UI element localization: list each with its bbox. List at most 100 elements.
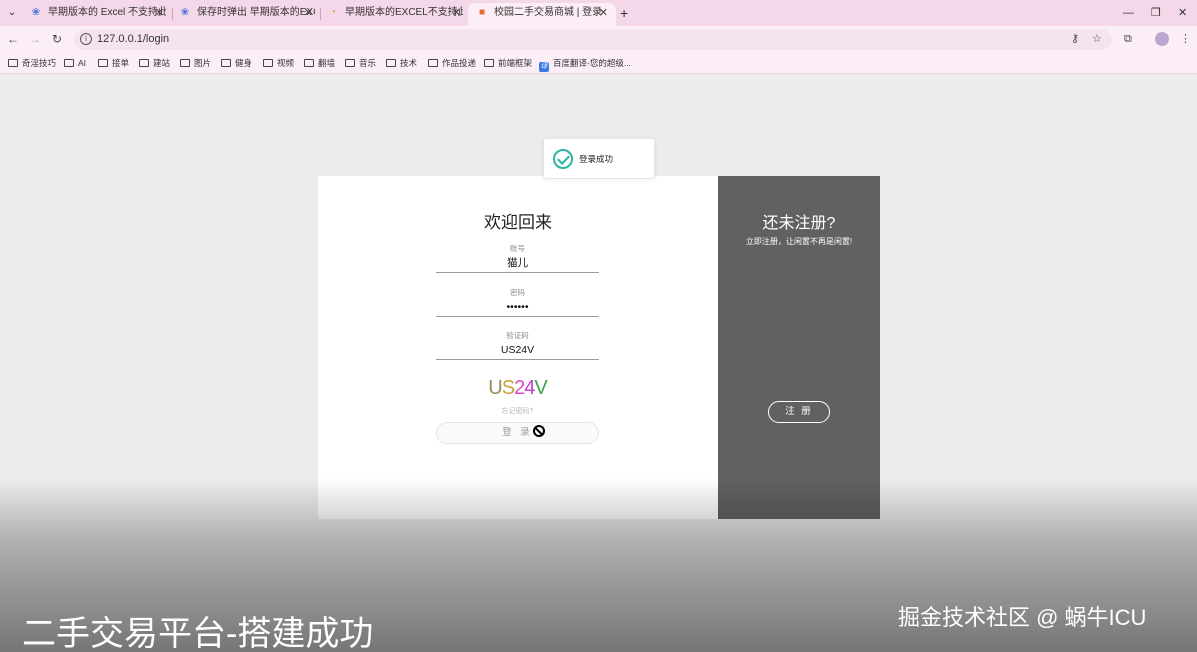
restore-icon[interactable]: ❐ (1151, 3, 1161, 23)
bookmark-folder[interactable]: 前端框架 (484, 56, 532, 70)
bookmark-folder[interactable]: 建站 (139, 56, 170, 70)
account-label: 账号 (510, 244, 525, 253)
tab-favicon-icon: ■ (478, 7, 486, 18)
tab-favicon-icon: ◔ (329, 7, 337, 18)
captcha-char: U (488, 377, 502, 399)
bookmark-label: 百度翻译-您的超级... (553, 58, 631, 68)
password-input[interactable]: •••••• (436, 299, 599, 315)
close-window-icon[interactable]: ✕ (1178, 3, 1187, 23)
folder-icon (98, 59, 108, 67)
bookmark-label: 视频 (277, 58, 295, 68)
bookmark-label: 建站 (153, 58, 171, 68)
bookmark-label: 技术 (400, 58, 418, 68)
tab-3[interactable]: ◔ 早期版本的EXCEL不支持此工作 ✕ (319, 3, 469, 26)
login-title: 欢迎回来 (484, 213, 552, 232)
folder-icon (484, 59, 494, 67)
captcha-input[interactable]: US24V (436, 342, 599, 358)
tab-favicon-icon: ❀ (31, 7, 41, 18)
folder-icon (221, 59, 231, 67)
forward-arrow-icon[interactable]: → (26, 30, 44, 48)
bookmarks-bar: 奇淫技巧 AI 接单 建站 图片 健身 视频 翻墙 音乐 技术 作品投递 前端框… (0, 53, 1197, 74)
captcha-image[interactable]: US24V (436, 376, 599, 400)
folder-icon (386, 59, 396, 67)
folder-icon (428, 59, 438, 67)
baidu-translate-icon: 译 (539, 62, 549, 72)
bookmark-folder[interactable]: 奇淫技巧 (8, 56, 56, 70)
forgot-password-link[interactable]: 忘记密码? (436, 406, 599, 416)
register-button[interactable]: 注 册 (768, 401, 830, 423)
back-arrow-icon[interactable]: ← (4, 30, 22, 48)
bookmark-folder[interactable]: AI (64, 56, 86, 70)
extensions-puzzle-icon[interactable]: ⧉ (1124, 31, 1132, 47)
folder-icon (263, 59, 273, 67)
tab-close-icon[interactable]: ✕ (304, 3, 313, 23)
bookmark-label: 健身 (235, 58, 253, 68)
account-field[interactable]: 账号 猫儿 (436, 243, 599, 273)
video-caption: 二手交易平台-搭建成功 (22, 615, 374, 652)
captcha-char: S (501, 377, 515, 399)
folder-icon (304, 59, 314, 67)
tab-strip: ⌄ ❀ 早期版本的 Excel 不支持此工作 ✕ ❀ 保存时弹出 早期版本的EX… (0, 0, 1197, 26)
password-field[interactable]: 密码 •••••• (436, 287, 599, 317)
address-bar[interactable]: i 127.0.0.1/login ⚷ ☆ (74, 29, 1112, 50)
tab-title: 早期版本的EXCEL不支持此工作 (345, 7, 463, 18)
bookmark-folder[interactable]: 技术 (386, 56, 417, 70)
folder-icon (139, 59, 149, 67)
folder-icon (180, 59, 190, 67)
tab-close-icon[interactable]: ✕ (155, 3, 164, 23)
tab-close-icon[interactable]: ✕ (599, 3, 608, 23)
folder-icon (64, 59, 74, 67)
account-input[interactable]: 猫儿 (436, 255, 599, 271)
url-text[interactable]: 127.0.0.1/login (97, 29, 169, 50)
folder-icon (345, 59, 355, 67)
bookmark-folder[interactable]: 翻墙 (304, 56, 335, 70)
bookmark-star-icon[interactable]: ☆ (1092, 32, 1102, 47)
bookmark-folder[interactable]: 视频 (263, 56, 294, 70)
tab-close-icon[interactable]: ✕ (452, 3, 461, 23)
captcha-char: V (534, 377, 547, 399)
login-button[interactable]: 登 录 (436, 422, 599, 444)
tab-2[interactable]: ❀ 保存时弹出 早期版本的EXCEL不 ✕ (171, 3, 321, 26)
bookmark-baidu-translate[interactable]: 译百度翻译-您的超级... (539, 56, 631, 72)
login-form-card: 欢迎回来 账号 猫儿 密码 •••••• 验证码 US24V US24V 忘记密… (318, 176, 718, 519)
reload-icon[interactable]: ↻ (48, 30, 66, 48)
tab-title: 保存时弹出 早期版本的EXCEL不 (197, 7, 315, 18)
tab-1[interactable]: ❀ 早期版本的 Excel 不支持此工作 ✕ (22, 3, 172, 26)
tab-search-icon[interactable]: ⌄ (4, 5, 20, 21)
bookmark-label: 奇淫技巧 (22, 58, 57, 68)
bookmark-folder[interactable]: 健身 (221, 56, 252, 70)
watermark: 掘金技术社区 @ 蜗牛ICU (898, 605, 1147, 630)
new-tab-plus-icon[interactable]: + (620, 3, 628, 23)
bookmark-label: 接单 (112, 58, 130, 68)
folder-icon (8, 59, 18, 67)
captcha-field[interactable]: 验证码 US24V (436, 330, 599, 360)
captcha-label: 验证码 (506, 331, 529, 340)
bookmark-folder[interactable]: 接单 (98, 56, 129, 70)
bookmark-label: 作品投递 (442, 58, 477, 68)
bookmark-label: 前端框架 (498, 58, 533, 68)
check-circle-icon (553, 149, 573, 169)
login-success-toast: 登录成功 (543, 138, 655, 179)
toast-message: 登录成功 (579, 154, 614, 164)
profile-avatar[interactable] (1155, 32, 1169, 46)
signup-title: 还未注册? (762, 215, 836, 232)
tab-title: 早期版本的 Excel 不支持此工作 (48, 7, 166, 18)
tab-favicon-icon: ❀ (180, 7, 190, 18)
browser-menu-icon[interactable]: ⋮ (1180, 31, 1191, 47)
bookmark-label: 图片 (194, 58, 212, 68)
bookmark-folder[interactable]: 图片 (180, 56, 211, 70)
bookmark-folder[interactable]: 作品投递 (428, 56, 476, 70)
tab-4-active[interactable]: ■ 校园二手交易商城 | 登录 ✕ (468, 3, 616, 26)
browser-toolbar: ← → ↻ i 127.0.0.1/login ⚷ ☆ ⧉ ⋮ (0, 26, 1197, 53)
password-key-icon[interactable]: ⚷ (1071, 32, 1079, 47)
tab-title: 校园二手交易商城 | 登录 (494, 7, 603, 18)
bookmark-label: 翻墙 (318, 58, 336, 68)
not-allowed-cursor-icon (533, 425, 545, 437)
signup-subtitle: 立即注册，让闲置不再是闲置! (745, 237, 853, 246)
minimize-icon[interactable]: — (1123, 3, 1134, 23)
site-info-icon[interactable]: i (80, 33, 92, 45)
password-label: 密码 (510, 288, 525, 297)
bookmark-folder[interactable]: 音乐 (345, 56, 376, 70)
bookmark-label: AI (78, 58, 87, 68)
captcha-char: 4 (524, 377, 535, 399)
